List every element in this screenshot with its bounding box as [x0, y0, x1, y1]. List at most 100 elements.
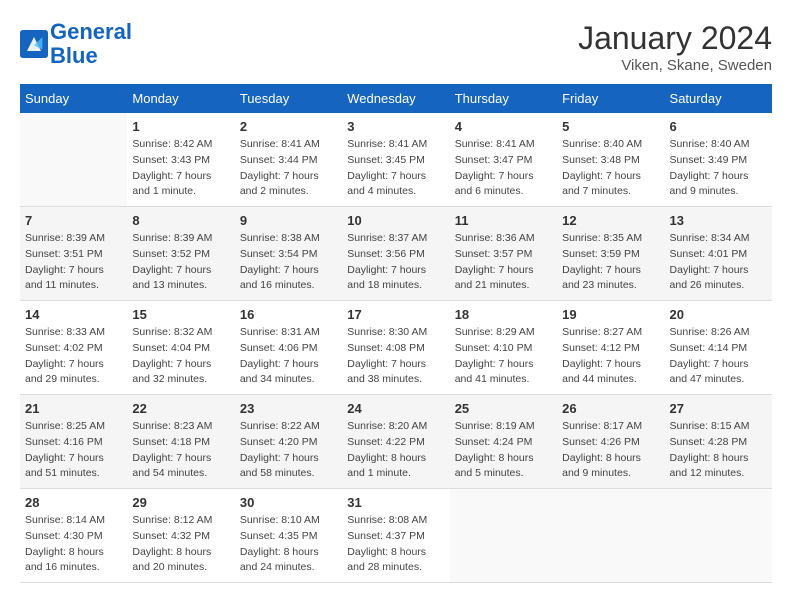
day-number: 23 [240, 401, 337, 416]
calendar-cell [450, 489, 557, 583]
weekday-header-sunday: Sunday [20, 84, 127, 113]
day-info: Sunrise: 8:19 AMSunset: 4:24 PMDaylight:… [455, 419, 552, 482]
calendar-cell: 22 Sunrise: 8:23 AMSunset: 4:18 PMDayligh… [127, 395, 234, 489]
day-info: Sunrise: 8:12 AMSunset: 4:32 PMDaylight:… [132, 513, 229, 576]
logo: General Blue [20, 20, 132, 68]
calendar-cell: 29Sunrise: 8:12 AMSunset: 4:32 PMDayligh… [127, 489, 234, 583]
calendar-cell: 9 Sunrise: 8:38 AMSunset: 3:54 PMDaylight… [235, 207, 342, 301]
calendar-cell: 27 Sunrise: 8:15 AMSunset: 4:28 PMDayligh… [665, 395, 772, 489]
logo-general: General [50, 19, 132, 44]
page-header: General Blue January 2024 Viken, Skane, … [20, 20, 772, 74]
day-info: Sunrise: 8:26 AMSunset: 4:14 PMDaylight:… [670, 325, 767, 388]
logo-icon [20, 30, 48, 58]
day-info: Sunrise: 8:10 AMSunset: 4:35 PMDaylight:… [240, 513, 337, 576]
day-number: 22 [132, 401, 229, 416]
day-number: 6 [670, 119, 767, 134]
day-number: 24 [347, 401, 444, 416]
calendar-cell: 5 Sunrise: 8:40 AMSunset: 3:48 PMDaylight… [557, 113, 664, 207]
day-info: Sunrise: 8:20 AMSunset: 4:22 PMDaylight:… [347, 419, 444, 482]
calendar-cell: 2Sunrise: 8:41 AMSunset: 3:44 PMDaylight… [235, 113, 342, 207]
calendar-cell: 20 Sunrise: 8:26 AMSunset: 4:14 PMDayligh… [665, 301, 772, 395]
calendar-cell: 11Sunrise: 8:36 AMSunset: 3:57 PMDayligh… [450, 207, 557, 301]
day-info: Sunrise: 8:23 AMSunset: 4:18 PMDaylight:… [132, 419, 229, 482]
day-number: 7 [25, 213, 122, 228]
weekday-header-row: SundayMondayTuesdayWednesdayThursdayFrid… [20, 84, 772, 113]
day-info: Sunrise: 8:35 AMSunset: 3:59 PMDaylight:… [562, 231, 659, 294]
day-info: Sunrise: 8:39 AMSunset: 3:51 PMDaylight:… [25, 231, 122, 294]
calendar-week-row: 1 Sunrise: 8:42 AMSunset: 3:43 PMDaylight… [20, 113, 772, 207]
day-number: 20 [670, 307, 767, 322]
day-number: 8 [132, 213, 229, 228]
calendar-cell: 19Sunrise: 8:27 AMSunset: 4:12 PMDayligh… [557, 301, 664, 395]
calendar-cell [557, 489, 664, 583]
day-info: Sunrise: 8:17 AMSunset: 4:26 PMDaylight:… [562, 419, 659, 482]
day-info: Sunrise: 8:37 AMSunset: 3:56 PMDaylight:… [347, 231, 444, 294]
day-number: 31 [347, 495, 444, 510]
calendar-table: SundayMondayTuesdayWednesdayThursdayFrid… [20, 84, 772, 583]
calendar-cell: 21 Sunrise: 8:25 AMSunset: 4:16 PMDayligh… [20, 395, 127, 489]
day-info: Sunrise: 8:33 AMSunset: 4:02 PMDaylight:… [25, 325, 122, 388]
day-number: 28 [25, 495, 122, 510]
day-info: Sunrise: 8:41 AMSunset: 3:47 PMDaylight:… [455, 137, 552, 200]
location: Viken, Skane, Sweden [578, 57, 772, 74]
weekday-header-tuesday: Tuesday [235, 84, 342, 113]
calendar-cell: 18 Sunrise: 8:29 AMSunset: 4:10 PMDayligh… [450, 301, 557, 395]
calendar-cell: 15 Sunrise: 8:32 AMSunset: 4:04 PMDayligh… [127, 301, 234, 395]
calendar-cell: 4 Sunrise: 8:41 AMSunset: 3:47 PMDaylight… [450, 113, 557, 207]
day-info: Sunrise: 8:38 AMSunset: 3:54 PMDaylight:… [240, 231, 337, 294]
day-number: 27 [670, 401, 767, 416]
day-info: Sunrise: 8:42 AMSunset: 3:43 PMDaylight:… [132, 137, 229, 200]
day-number: 25 [455, 401, 552, 416]
calendar-cell: 16Sunrise: 8:31 AMSunset: 4:06 PMDayligh… [235, 301, 342, 395]
logo-text: General Blue [50, 20, 132, 68]
day-number: 21 [25, 401, 122, 416]
day-info: Sunrise: 8:40 AMSunset: 3:49 PMDaylight:… [670, 137, 767, 200]
day-info: Sunrise: 8:30 AMSunset: 4:08 PMDaylight:… [347, 325, 444, 388]
day-number: 17 [347, 307, 444, 322]
day-number: 19 [562, 307, 659, 322]
day-info: Sunrise: 8:41 AMSunset: 3:44 PMDaylight:… [240, 137, 337, 200]
day-number: 11 [455, 213, 552, 228]
calendar-cell: 23 Sunrise: 8:22 AMSunset: 4:20 PMDayligh… [235, 395, 342, 489]
day-number: 15 [132, 307, 229, 322]
day-number: 30 [240, 495, 337, 510]
day-number: 1 [132, 119, 229, 134]
day-number: 5 [562, 119, 659, 134]
day-number: 13 [670, 213, 767, 228]
calendar-cell: 8Sunrise: 8:39 AMSunset: 3:52 PMDaylight… [127, 207, 234, 301]
day-info: Sunrise: 8:22 AMSunset: 4:20 PMDaylight:… [240, 419, 337, 482]
logo-blue: Blue [50, 43, 98, 68]
day-number: 9 [240, 213, 337, 228]
calendar-cell: 25 Sunrise: 8:19 AMSunset: 4:24 PMDayligh… [450, 395, 557, 489]
calendar-cell: 13Sunrise: 8:34 AMSunset: 4:01 PMDayligh… [665, 207, 772, 301]
calendar-cell: 17 Sunrise: 8:30 AMSunset: 4:08 PMDayligh… [342, 301, 449, 395]
day-info: Sunrise: 8:29 AMSunset: 4:10 PMDaylight:… [455, 325, 552, 388]
weekday-header-saturday: Saturday [665, 84, 772, 113]
day-number: 26 [562, 401, 659, 416]
day-number: 14 [25, 307, 122, 322]
day-info: Sunrise: 8:08 AMSunset: 4:37 PMDaylight:… [347, 513, 444, 576]
day-info: Sunrise: 8:15 AMSunset: 4:28 PMDaylight:… [670, 419, 767, 482]
title-section: January 2024 Viken, Skane, Sweden [578, 20, 772, 74]
calendar-week-row: 14 Sunrise: 8:33 AMSunset: 4:02 PMDayligh… [20, 301, 772, 395]
calendar-cell: 14 Sunrise: 8:33 AMSunset: 4:02 PMDayligh… [20, 301, 127, 395]
day-info: Sunrise: 8:40 AMSunset: 3:48 PMDaylight:… [562, 137, 659, 200]
day-info: Sunrise: 8:32 AMSunset: 4:04 PMDaylight:… [132, 325, 229, 388]
month-title: January 2024 [578, 20, 772, 57]
calendar-cell: 28Sunrise: 8:14 AMSunset: 4:30 PMDayligh… [20, 489, 127, 583]
calendar-cell: 26 Sunrise: 8:17 AMSunset: 4:26 PMDayligh… [557, 395, 664, 489]
calendar-cell [665, 489, 772, 583]
calendar-cell: 10Sunrise: 8:37 AMSunset: 3:56 PMDayligh… [342, 207, 449, 301]
weekday-header-monday: Monday [127, 84, 234, 113]
day-info: Sunrise: 8:25 AMSunset: 4:16 PMDaylight:… [25, 419, 122, 482]
calendar-cell: 12 Sunrise: 8:35 AMSunset: 3:59 PMDayligh… [557, 207, 664, 301]
calendar-week-row: 28Sunrise: 8:14 AMSunset: 4:30 PMDayligh… [20, 489, 772, 583]
day-number: 18 [455, 307, 552, 322]
calendar-week-row: 21 Sunrise: 8:25 AMSunset: 4:16 PMDayligh… [20, 395, 772, 489]
calendar-cell: 7 Sunrise: 8:39 AMSunset: 3:51 PMDaylight… [20, 207, 127, 301]
day-info: Sunrise: 8:31 AMSunset: 4:06 PMDaylight:… [240, 325, 337, 388]
calendar-cell: 31 Sunrise: 8:08 AMSunset: 4:37 PMDayligh… [342, 489, 449, 583]
day-number: 12 [562, 213, 659, 228]
calendar-cell [20, 113, 127, 207]
day-number: 4 [455, 119, 552, 134]
